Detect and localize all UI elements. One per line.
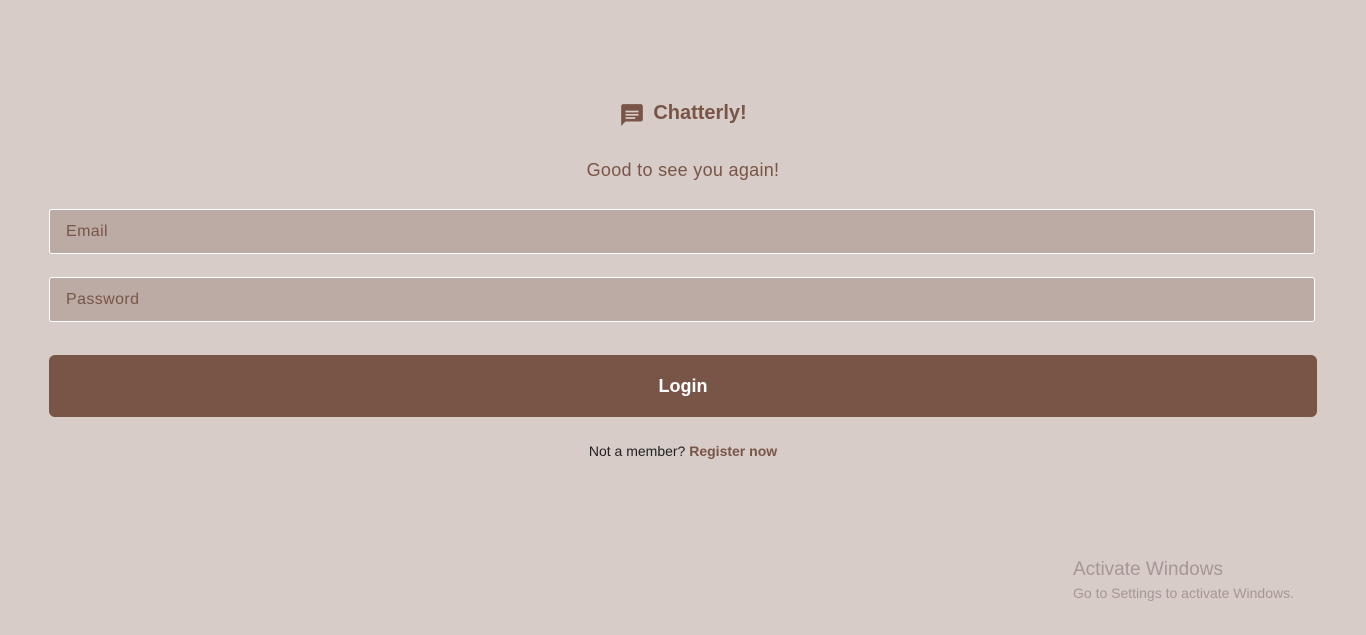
app-title: Chatterly! <box>653 101 747 124</box>
windows-activation-watermark: Activate Windows Go to Settings to activ… <box>1073 558 1294 604</box>
password-field-container <box>49 277 1315 322</box>
email-field-container <box>49 209 1315 254</box>
login-page: Chatterly! Good to see you again! Login … <box>0 0 1366 635</box>
chat-bubble-icon <box>619 102 645 128</box>
brand-header: Chatterly! <box>0 98 1366 128</box>
login-button[interactable]: Login <box>49 355 1317 417</box>
email-input[interactable] <box>50 210 1314 253</box>
password-input[interactable] <box>50 278 1314 321</box>
register-prompt: Not a member? <box>588 443 686 459</box>
register-link[interactable]: Register now <box>689 443 777 459</box>
watermark-title: Activate Windows <box>1073 559 1223 580</box>
watermark-subtitle: Go to Settings to activate Windows. <box>1073 585 1294 601</box>
register-row: Not a member? Register now <box>0 443 1366 459</box>
welcome-subtitle: Good to see you again! <box>586 160 780 180</box>
